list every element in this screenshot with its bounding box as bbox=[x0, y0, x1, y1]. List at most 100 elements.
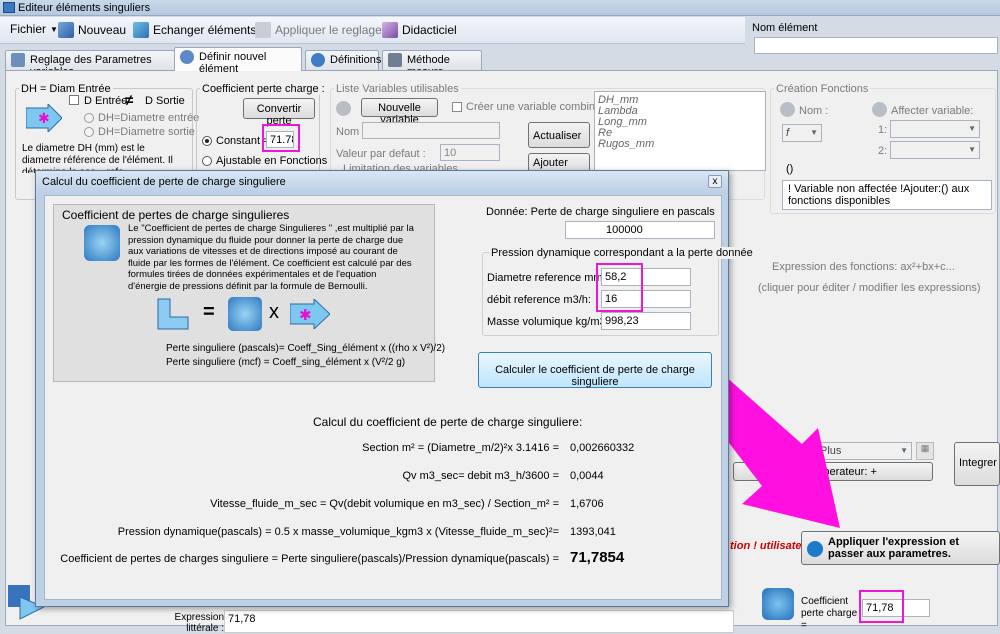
result-value-section: 0,002660332 bbox=[570, 442, 635, 454]
expression-litterale-value: 71,78 bbox=[224, 610, 734, 633]
tab-reglage[interactable]: Reglage des Parametres variables bbox=[5, 50, 175, 78]
defaut-label: Valeur par defaut : bbox=[336, 148, 426, 160]
chevron-down-icon: ▼ bbox=[968, 124, 976, 133]
masse-input[interactable]: 998,23 bbox=[601, 312, 691, 330]
donnee-label: Donnée: Perte de charge singuliere en pa… bbox=[486, 206, 715, 218]
grid-icon[interactable]: ▦ bbox=[916, 442, 934, 460]
integrer-button[interactable]: Integrer Co... Frottement... bbox=[954, 442, 1000, 486]
window-titlebar: Editeur éléments singuliers bbox=[0, 0, 1000, 16]
chevron-down-icon: ▼ bbox=[900, 446, 908, 455]
echanger-label: Echanger éléments bbox=[153, 23, 257, 37]
result-value-vitesse: 1,6706 bbox=[570, 498, 604, 510]
valve-icon bbox=[84, 225, 120, 261]
info-icon bbox=[311, 53, 325, 67]
donnee-input[interactable]: 100000 bbox=[565, 221, 715, 239]
nom-element-input[interactable] bbox=[754, 37, 998, 54]
masse-label: Masse volumique kg/m3: bbox=[487, 316, 609, 328]
tab-methode[interactable]: Méthode mesure bbox=[382, 50, 482, 78]
elbow-pipe-icon bbox=[156, 297, 190, 331]
variables-group-title: Liste Variables utilisables bbox=[334, 83, 461, 95]
d-entree-label: D Entrée bbox=[84, 95, 128, 107]
formula-mcf: Perte singuliere (mcf) = Coeff_sing_élém… bbox=[166, 357, 406, 368]
chevron-down-icon: ▼ bbox=[50, 24, 58, 34]
slot1-select[interactable]: ▼ bbox=[890, 120, 980, 138]
d-entree-checkbox[interactable] bbox=[69, 95, 79, 105]
result-formula-section: Section m² = (Diametre_m/2)²x 3.1416 = bbox=[362, 442, 559, 454]
convertir-perte-button[interactable]: Convertir perte bbox=[243, 98, 315, 127]
coefficient-symbol-icon bbox=[228, 297, 262, 331]
tab-bar: Reglage des Parametres variables Définir… bbox=[0, 46, 745, 78]
dh-description: Le diametre DH (mm) est le diametre réfé… bbox=[22, 143, 173, 173]
pipe-element-icon: ✱ bbox=[25, 102, 63, 134]
fonction-select[interactable]: f ▼ bbox=[782, 124, 822, 142]
defaut-input[interactable]: 10 bbox=[440, 144, 500, 161]
coeff-explanation-box: Coefficient de pertes de charge singulie… bbox=[53, 204, 445, 382]
d-sortie-label: D Sortie bbox=[145, 95, 185, 107]
ajustable-radio[interactable] bbox=[202, 156, 212, 166]
nom-element-label: Nom élément bbox=[752, 22, 818, 34]
final-coefficient-value: 71,7854 bbox=[570, 549, 625, 566]
highlight-box bbox=[859, 590, 904, 623]
highlight-box bbox=[596, 263, 643, 312]
nouveau-button[interactable]: Nouveau bbox=[58, 22, 126, 38]
calculer-button[interactable]: Calculer le coefficient de perte de char… bbox=[478, 352, 712, 388]
equals-sign: = bbox=[203, 301, 215, 323]
appliquer-reglage-button[interactable]: Appliquer le reglage bbox=[255, 22, 382, 38]
help-book-icon bbox=[382, 22, 398, 38]
coefficient-icon bbox=[762, 588, 794, 620]
slot2-select[interactable]: ▼ bbox=[890, 141, 980, 159]
expression-hint: (cliquer pour éditer / modifier les expr… bbox=[758, 282, 981, 294]
echanger-button[interactable]: Echanger éléments▼ bbox=[133, 22, 268, 38]
dh-entree-radio[interactable] bbox=[84, 113, 94, 123]
not-equal-sign: ≠ bbox=[125, 92, 134, 109]
didacticiel-button[interactable]: Didacticiel bbox=[382, 22, 457, 38]
dh-sortie-radio[interactable] bbox=[84, 127, 94, 137]
exchange-icon bbox=[133, 22, 149, 38]
fonction-select-value: f bbox=[786, 127, 790, 139]
list-item[interactable]: Long_mm bbox=[598, 117, 762, 128]
didacticiel-label: Didacticiel bbox=[402, 23, 457, 37]
nouvelle-variable-button[interactable]: Nouvelle variable bbox=[361, 98, 438, 126]
actualiser-button[interactable]: Actualiser bbox=[528, 122, 590, 148]
diametre-label: Diametre reference mm: bbox=[487, 272, 606, 284]
affecter-label: Affecter variable: bbox=[891, 105, 974, 117]
variables-list[interactable]: DH_mm Lambda Long_mm Re Rugos_mm bbox=[594, 91, 766, 171]
results-title: Calcul du coefficient de perte de charge… bbox=[313, 415, 583, 429]
formula-pascals: Perte singuliere (pascals)= Coeff_Sing_é… bbox=[166, 343, 446, 354]
creer-variable-label: Créer une variable combinée bbox=[466, 101, 608, 113]
final-formula: Coefficient de pertes de charges singuli… bbox=[60, 553, 559, 565]
menu-fichier[interactable]: Fichier ▼ bbox=[10, 22, 58, 36]
paren-label: () bbox=[786, 163, 794, 175]
chevron-down-icon: ▼ bbox=[810, 128, 818, 137]
times-sign: x bbox=[269, 301, 279, 323]
dh-entree-label: DH=Diametre entrée bbox=[98, 112, 200, 124]
function-note: ! Variable non affectée !Ajouter:() aux … bbox=[782, 180, 992, 210]
nom-var-input[interactable] bbox=[362, 122, 500, 139]
result-value-qv: 0,0044 bbox=[570, 470, 604, 482]
dialog-body: Coefficient de pertes de charge singulie… bbox=[44, 195, 755, 600]
ajouter-label: Ajouter bbox=[533, 157, 568, 169]
result-value-pression: 1393,041 bbox=[570, 526, 616, 538]
constant-radio[interactable] bbox=[202, 136, 212, 146]
app-icon bbox=[3, 2, 15, 13]
bottom-coeff-label: Coefficient perte charge = bbox=[801, 596, 858, 631]
menu-fichier-label: Fichier bbox=[10, 22, 47, 36]
gear-icon bbox=[180, 50, 194, 64]
tab-definir[interactable]: Définir nouvel élément bbox=[174, 47, 302, 75]
creer-variable-checkbox[interactable] bbox=[452, 102, 462, 112]
ajustable-label: Ajustable en Fonctions bbox=[216, 155, 328, 167]
tab-definitions[interactable]: Définitions bbox=[305, 50, 382, 70]
tab-definitions-label: Définitions bbox=[330, 54, 382, 66]
list-item[interactable]: Rugos_mm bbox=[598, 139, 762, 150]
nom-fonction-label: Nom : bbox=[799, 105, 829, 117]
result-formula-pression: Pression dynamique(pascals) = 0.5 x mass… bbox=[117, 526, 559, 538]
svg-text:✱: ✱ bbox=[299, 306, 312, 324]
function-icon bbox=[780, 102, 795, 117]
close-button[interactable]: x bbox=[708, 175, 722, 188]
result-formula-vitesse: Vitesse_fluide_m_sec = Qv(debit volumiqu… bbox=[210, 498, 559, 510]
slot1-label: 1: bbox=[878, 124, 888, 136]
settings-icon bbox=[11, 53, 25, 67]
dialog-title: Calcul du coefficient de perte de charge… bbox=[42, 176, 286, 188]
pen-icon bbox=[388, 53, 402, 67]
coeff-box-text: Le "Coefficient de pertes de charge Sing… bbox=[128, 223, 414, 292]
